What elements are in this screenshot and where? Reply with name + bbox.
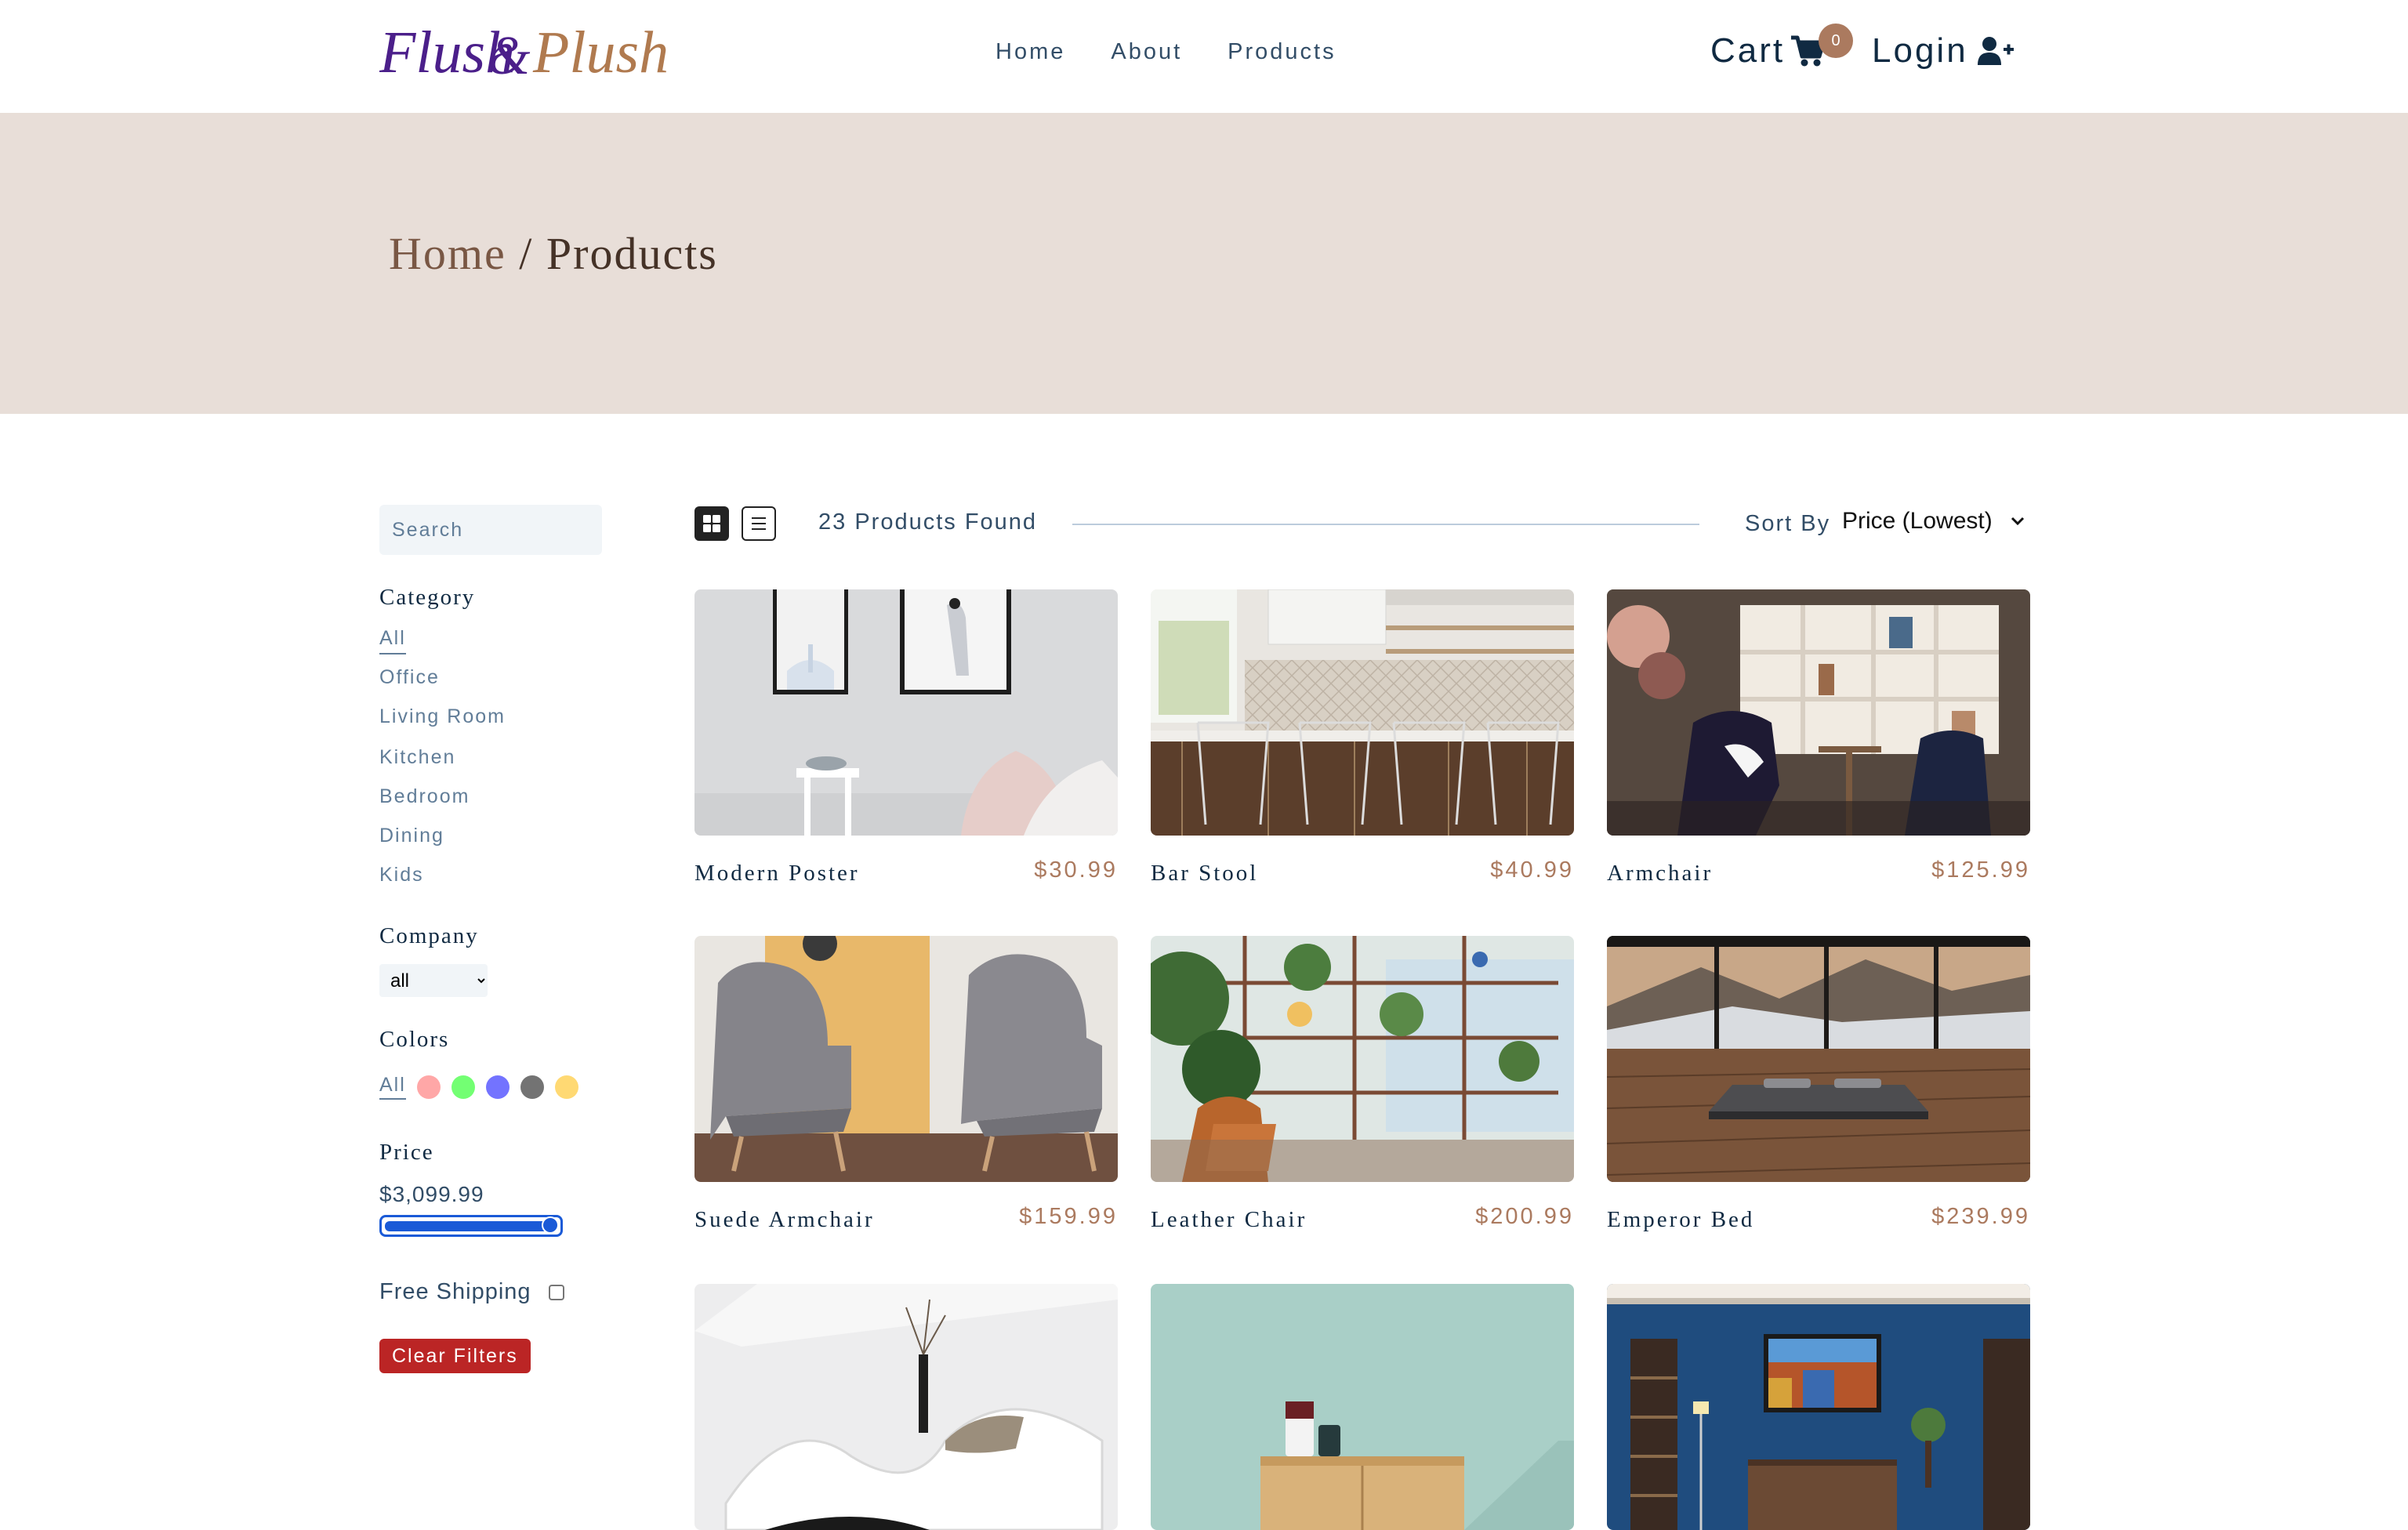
grid-view-button[interactable] — [694, 506, 729, 541]
color-red-swatch[interactable] — [416, 1075, 441, 1099]
category-kitchen[interactable]: Kitchen — [379, 746, 455, 769]
product-price: $239.99 — [1931, 1204, 2030, 1229]
product-card-emperor-bed[interactable]: Emperor Bed $239.99 — [1607, 936, 2030, 1232]
product-name: Armchair — [1607, 861, 1714, 886]
user-plus-icon — [1977, 35, 2014, 67]
product-price: $200.99 — [1475, 1204, 1574, 1229]
price-range-fill — [385, 1221, 556, 1231]
product-image[interactable] — [694, 1284, 1118, 1530]
price-range-thumb[interactable] — [542, 1216, 559, 1234]
list-view-button[interactable] — [742, 506, 776, 541]
free-shipping-filter: Free Shipping — [379, 1279, 564, 1305]
breadcrumb-home-link[interactable]: Home — [389, 228, 506, 279]
color-yellow-swatch[interactable] — [554, 1075, 578, 1099]
product-image[interactable] — [1607, 936, 2030, 1182]
category-title: Category — [379, 585, 476, 610]
sort-selected-value: Price (Lowest) — [1842, 508, 1993, 534]
page-hero: Home / Products — [0, 113, 2408, 414]
product-name: Bar Stool — [1151, 861, 1259, 886]
company-select[interactable]: all — [379, 964, 488, 997]
sort-select[interactable]: Price (Lowest) — [1842, 508, 2025, 535]
sort-label: Sort By — [1745, 511, 1831, 536]
free-shipping-label: Free Shipping — [379, 1279, 531, 1304]
product-image[interactable] — [1151, 1284, 1574, 1530]
products-found-count: 23 Products Found — [818, 509, 1038, 535]
price-value: $3,099.99 — [379, 1182, 484, 1206]
product-price: $30.99 — [1034, 857, 1118, 883]
navbar: Flush & Plush Home About Products Cart 0… — [0, 0, 2408, 113]
breadcrumb-separator: / — [506, 228, 546, 279]
cart-label: Cart — [1710, 31, 1786, 70]
toolbar-divider — [1072, 524, 1699, 525]
product-image[interactable] — [1151, 589, 1574, 836]
color-green-swatch[interactable] — [451, 1075, 475, 1099]
breadcrumb-current: Products — [546, 228, 718, 279]
color-black-swatch[interactable] — [520, 1075, 544, 1099]
product-card[interactable] — [1607, 1284, 2030, 1530]
list-icon — [752, 517, 766, 530]
product-card-armchair[interactable]: Armchair $125.99 — [1607, 589, 2030, 886]
nav-link-about[interactable]: About — [1111, 39, 1182, 65]
search-input[interactable] — [379, 505, 602, 555]
product-price: $159.99 — [1019, 1204, 1118, 1229]
category-kids[interactable]: Kids — [379, 864, 424, 886]
svg-text:&: & — [488, 26, 531, 86]
category-all[interactable]: All — [379, 627, 406, 654]
product-name: Suede Armchair — [694, 1207, 875, 1232]
grid-icon — [703, 515, 720, 532]
price-title: Price — [379, 1140, 434, 1165]
company-title: Company — [379, 923, 479, 948]
colors-title: Colors — [379, 1027, 450, 1052]
color-all[interactable]: All — [379, 1074, 406, 1100]
category-bedroom[interactable]: Bedroom — [379, 785, 470, 808]
product-card-suede-armchair[interactable]: Suede Armchair $159.99 — [694, 936, 1118, 1232]
product-image[interactable] — [1607, 1284, 2030, 1530]
product-card-leather-chair[interactable]: Leather Chair $200.99 — [1151, 936, 1574, 1232]
product-card[interactable] — [1151, 1284, 1574, 1530]
breadcrumb: Home / Products — [389, 227, 718, 280]
product-name: Modern Poster — [694, 861, 860, 886]
cart-count-badge: 0 — [1819, 24, 1853, 58]
product-card[interactable] — [694, 1284, 1118, 1530]
brand-logo[interactable]: Flush & Plush — [379, 11, 669, 92]
product-card-bar-stool[interactable]: Bar Stool $40.99 — [1151, 589, 1574, 886]
product-image[interactable] — [1151, 936, 1574, 1182]
product-image[interactable] — [694, 589, 1118, 836]
product-image[interactable] — [694, 936, 1118, 1182]
chevron-down-icon — [2011, 517, 2024, 526]
color-blue-swatch[interactable] — [485, 1075, 510, 1099]
price-range-slider[interactable] — [379, 1215, 563, 1237]
nav-link-home[interactable]: Home — [995, 39, 1065, 65]
product-image[interactable] — [1607, 589, 2030, 836]
cart-button[interactable]: Cart — [1710, 31, 1826, 71]
category-living-room[interactable]: Living Room — [379, 705, 506, 728]
nav-links: Home About Products — [995, 39, 1336, 65]
category-dining[interactable]: Dining — [379, 825, 444, 847]
product-card-modern-poster[interactable]: Modern Poster $30.99 — [694, 589, 1118, 886]
clear-filters-button[interactable]: Clear Filters — [379, 1339, 531, 1373]
svg-text:Plush: Plush — [532, 20, 669, 85]
product-price: $40.99 — [1490, 857, 1574, 883]
product-price: $125.99 — [1931, 857, 2030, 883]
product-name: Emperor Bed — [1607, 1207, 1755, 1232]
nav-link-products[interactable]: Products — [1228, 39, 1336, 65]
color-filters: All — [379, 1074, 578, 1100]
product-name: Leather Chair — [1151, 1207, 1307, 1232]
login-button[interactable]: Login — [1872, 31, 2014, 71]
category-office[interactable]: Office — [379, 666, 440, 689]
login-label: Login — [1872, 31, 1968, 70]
free-shipping-checkbox[interactable] — [548, 1284, 564, 1300]
